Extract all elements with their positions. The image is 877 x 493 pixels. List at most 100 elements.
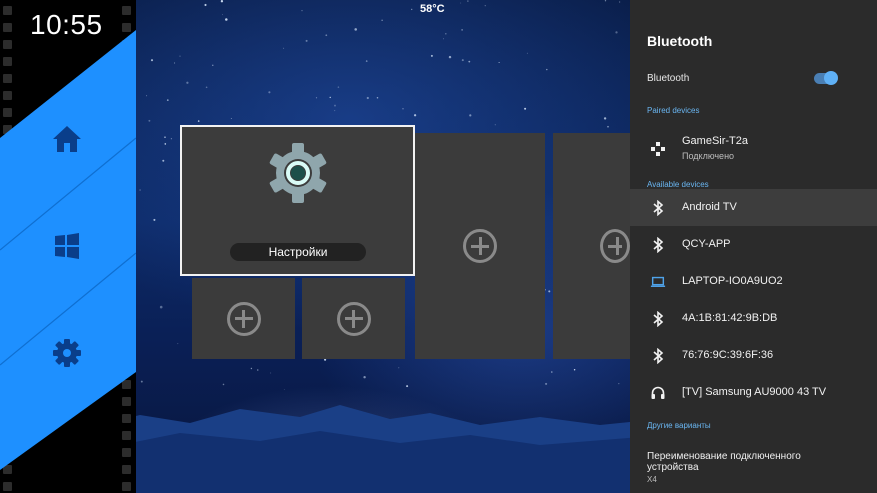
star xyxy=(334,110,336,112)
star xyxy=(170,138,173,140)
star xyxy=(494,124,496,126)
device-name: GameSir-T2a xyxy=(682,135,749,147)
star xyxy=(460,2,462,4)
toggle-knob xyxy=(824,71,838,85)
nav-settings-button[interactable] xyxy=(45,331,89,375)
star xyxy=(230,118,232,120)
device-current-name: X4 xyxy=(647,475,657,484)
bluetooth-icon xyxy=(650,311,666,327)
available-device-item[interactable]: Android TV xyxy=(630,189,877,226)
nav-apps-button[interactable] xyxy=(45,224,89,268)
star xyxy=(376,96,379,99)
star xyxy=(329,96,331,99)
star xyxy=(166,99,169,101)
device-name: [TV] Samsung AU9000 43 TV xyxy=(682,386,827,398)
gear-icon xyxy=(53,339,81,367)
home-icon xyxy=(53,126,81,152)
rename-device-item[interactable]: Переименование подключенного устройства … xyxy=(630,444,877,493)
star xyxy=(159,305,163,309)
star xyxy=(402,108,404,110)
star xyxy=(430,54,433,57)
paired-devices-header: Paired devices xyxy=(647,106,700,115)
star xyxy=(573,368,576,371)
star xyxy=(283,47,285,49)
device-name: QCY-APP xyxy=(682,238,731,250)
bluetooth-toggle-row[interactable]: Bluetooth xyxy=(630,65,877,93)
star xyxy=(222,383,225,386)
star xyxy=(305,39,308,42)
settings-gear-icon xyxy=(269,143,327,203)
star xyxy=(604,0,607,2)
settings-app-tile[interactable]: Настройки xyxy=(180,125,415,276)
tv-home-screen: 58°C 10:55 Настройки Bluetooth Bluetooth… xyxy=(0,0,877,493)
star xyxy=(174,62,176,64)
star xyxy=(381,19,383,21)
star xyxy=(411,8,413,11)
star xyxy=(526,52,528,54)
star xyxy=(204,3,207,7)
star xyxy=(197,120,200,122)
star xyxy=(140,380,143,383)
add-app-tile[interactable] xyxy=(302,278,405,359)
rename-device-label: Переименование подключенного устройства xyxy=(647,451,801,473)
paired-device-item[interactable]: GameSir-T2a Подключено xyxy=(630,130,877,168)
star xyxy=(468,60,471,63)
bluetooth-icon xyxy=(650,348,666,364)
star xyxy=(603,117,607,120)
star xyxy=(205,86,208,89)
available-device-item[interactable]: QCY-APP xyxy=(630,226,877,263)
star xyxy=(551,371,553,373)
headphones-icon xyxy=(650,385,666,401)
star xyxy=(225,18,228,21)
star xyxy=(461,59,464,62)
apps-grid-icon xyxy=(55,233,79,259)
star xyxy=(283,388,285,390)
clock: 10:55 xyxy=(30,9,103,40)
star xyxy=(484,5,486,7)
bluetooth-toggle-label: Bluetooth xyxy=(647,73,690,84)
device-name: 4A:1B:81:42:9B:DB xyxy=(682,312,778,324)
star xyxy=(354,28,357,31)
star xyxy=(162,159,165,162)
bluetooth-toggle-switch[interactable] xyxy=(814,71,838,85)
star xyxy=(148,119,151,122)
star xyxy=(607,125,609,128)
device-status: Подключено xyxy=(682,151,735,161)
star xyxy=(301,10,303,12)
device-name: Android TV xyxy=(682,201,737,213)
star xyxy=(619,1,621,3)
panel-title: Bluetooth xyxy=(647,33,713,49)
star xyxy=(498,61,500,64)
available-device-item[interactable]: [TV] Samsung AU9000 43 TV xyxy=(630,374,877,411)
gamepad-icon xyxy=(650,141,666,157)
star xyxy=(615,31,618,34)
star xyxy=(177,343,179,345)
star xyxy=(448,55,452,59)
nav-home-button[interactable] xyxy=(45,117,89,161)
available-device-item[interactable]: 4A:1B:81:42:9B:DB xyxy=(630,300,877,337)
star xyxy=(337,86,340,88)
star xyxy=(146,95,148,97)
star xyxy=(445,32,447,35)
temperature-readout: 58°C xyxy=(420,3,445,15)
add-app-tile[interactable] xyxy=(192,278,295,359)
bluetooth-icon xyxy=(650,200,666,216)
star xyxy=(212,64,214,66)
add-circle-icon xyxy=(336,301,371,336)
add-app-tile[interactable] xyxy=(415,133,545,359)
star xyxy=(545,382,548,385)
star xyxy=(366,96,369,100)
star xyxy=(153,218,156,221)
available-device-item[interactable]: LAPTOP-IO0A9UO2 xyxy=(630,263,877,300)
star xyxy=(222,14,224,16)
star xyxy=(257,369,259,371)
settings-tile-label: Настройки xyxy=(230,243,366,261)
star xyxy=(546,68,548,71)
star xyxy=(164,143,167,145)
add-app-tile[interactable] xyxy=(553,133,630,359)
star xyxy=(524,107,527,110)
star xyxy=(469,114,472,117)
star xyxy=(268,91,271,94)
star xyxy=(250,367,253,370)
available-device-item[interactable]: 76:76:9C:39:6F:36 xyxy=(630,337,877,374)
